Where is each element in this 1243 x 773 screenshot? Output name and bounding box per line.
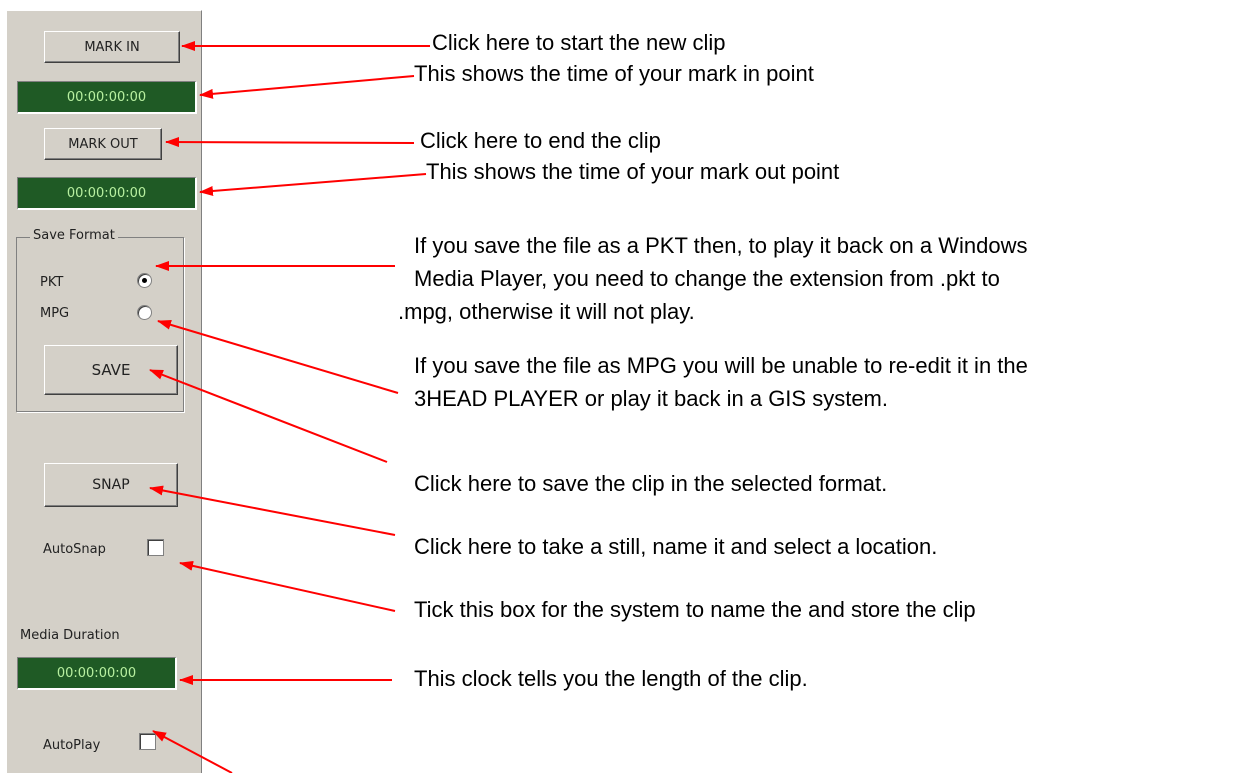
arrow-autosnap — [179, 560, 396, 612]
arrow-autoplay — [152, 730, 233, 773]
arrow-mpg — [157, 319, 399, 394]
arrow-save — [149, 369, 388, 463]
arrow-mark-out-time — [199, 173, 427, 196]
arrow-mark-in-time — [199, 75, 415, 99]
arrow-mark-out — [165, 137, 415, 148]
callout-arrows — [149, 41, 430, 773]
arrow-snap — [149, 485, 396, 536]
